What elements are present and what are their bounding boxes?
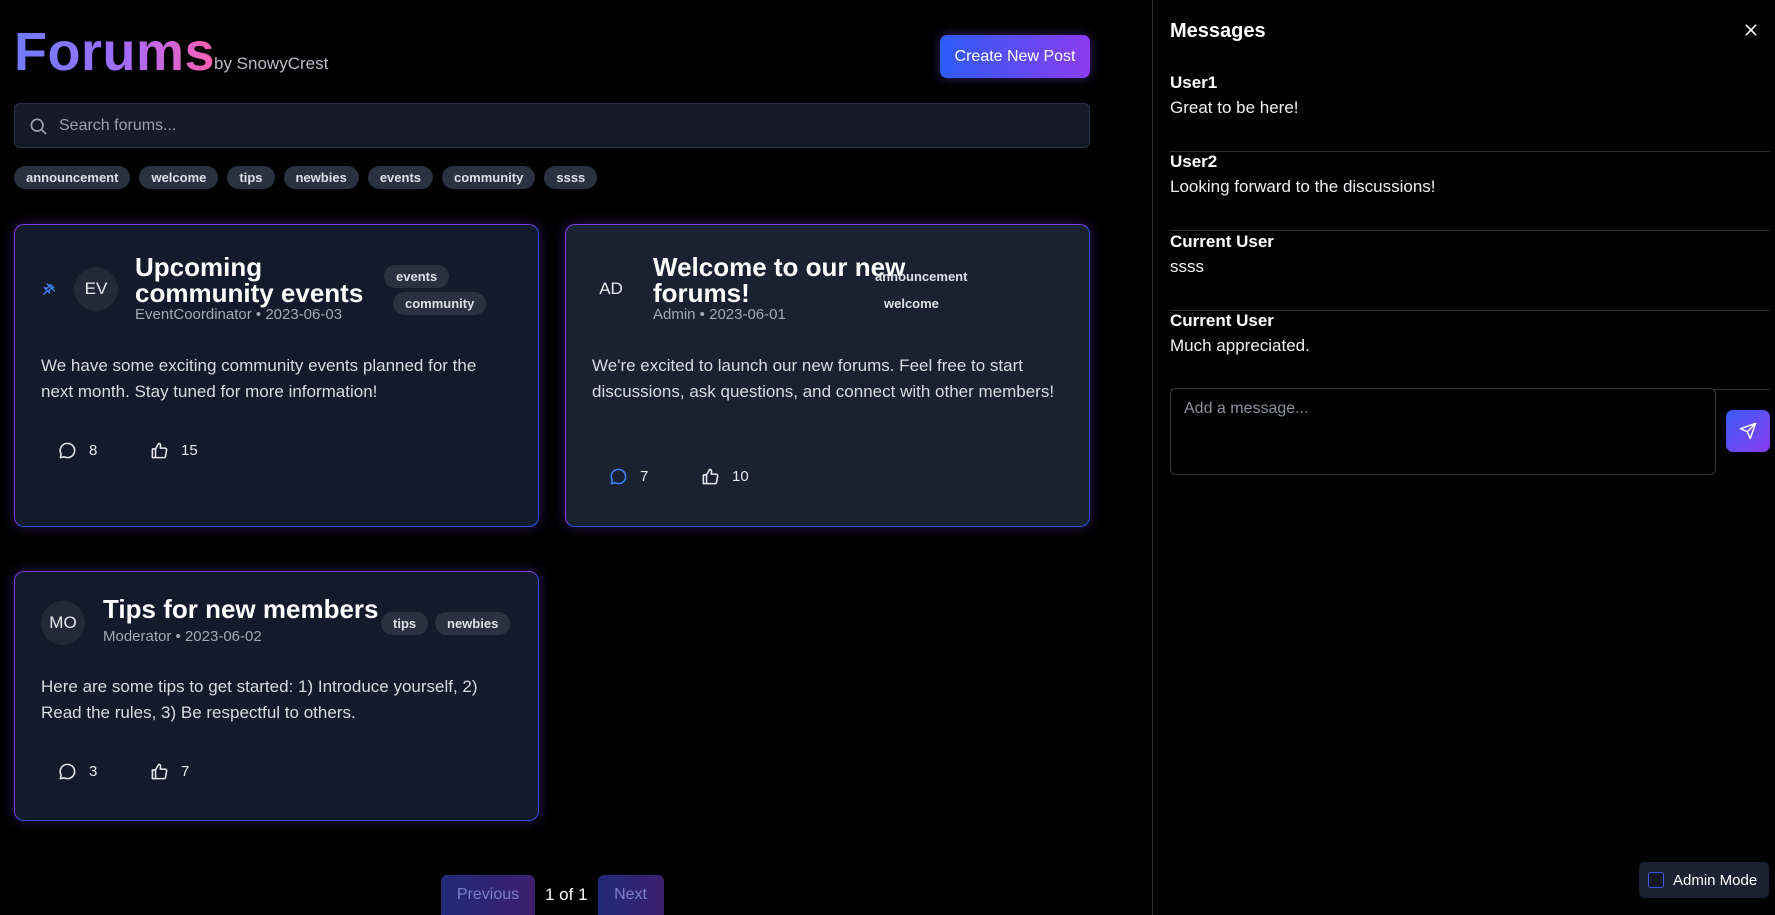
tag-filter-list: announcement welcome tips newbies events… (14, 166, 598, 190)
admin-mode-toggle[interactable]: Admin Mode (1639, 862, 1769, 898)
message-text: Great to be here! (1170, 98, 1299, 117)
previous-page-button[interactable]: Previous (441, 875, 535, 915)
tag-filter-newbies[interactable]: newbies (283, 166, 359, 189)
thumbs-up-icon (702, 468, 719, 485)
message-text: Much appreciated. (1170, 336, 1310, 355)
search-icon (30, 118, 47, 135)
admin-mode-label: Admin Mode (1673, 871, 1758, 889)
comment-icon (59, 442, 76, 459)
pin-icon[interactable] (41, 281, 57, 297)
post-body: We have some exciting community events p… (41, 356, 477, 401)
post-card[interactable]: AD Welcome to our new forums! Admin • 20… (565, 224, 1090, 527)
post-title[interactable]: Tips for new members (103, 596, 379, 622)
post-body: Here are some tips to get started: 1) In… (41, 677, 478, 722)
main-content: Forums by SnowyCrest Create New Post ann… (0, 0, 1152, 915)
tag-filter-tips[interactable]: tips (227, 166, 275, 189)
send-icon (1739, 422, 1757, 440)
sidebar-title: Messages (1170, 20, 1266, 42)
close-icon[interactable] (1743, 22, 1759, 38)
message-composer[interactable] (1170, 388, 1716, 475)
message-author: User2 (1170, 152, 1218, 171)
logo: Forums (14, 22, 216, 82)
message-item: Current User ssss (1170, 232, 1770, 311)
avatar: AD (599, 279, 623, 298)
message-author: Current User (1170, 311, 1274, 330)
tag-filter-ssss[interactable]: ssss (544, 166, 598, 189)
comment-count-button[interactable]: 7 (609, 467, 648, 486)
page-indicator: 1 of 1 (545, 885, 588, 904)
next-page-button[interactable]: Next (597, 875, 664, 915)
message-item: User1 Great to be here! (1170, 73, 1770, 152)
comment-icon (610, 468, 627, 485)
create-new-post-button[interactable]: Create New Post (940, 35, 1090, 78)
post-tag[interactable]: community (393, 292, 487, 315)
post-meta: Moderator • 2023-06-02 (103, 628, 262, 645)
thumbs-up-icon (151, 442, 168, 459)
admin-mode-checkbox[interactable] (1648, 872, 1664, 888)
post-tag[interactable]: events (384, 265, 450, 288)
comment-icon (59, 763, 76, 780)
message-text: ssss (1170, 257, 1204, 276)
thumbs-up-icon (151, 763, 168, 780)
post-tag[interactable]: newbies (435, 612, 511, 635)
message-item: User2 Looking forward to the discussions… (1170, 152, 1770, 231)
post-tag[interactable]: welcome (872, 292, 951, 315)
messages-sidebar: Messages User1 Great to be here! User2 L… (1152, 0, 1775, 915)
message-text: Looking forward to the discussions! (1170, 177, 1436, 196)
tag-filter-welcome[interactable]: welcome (139, 166, 219, 189)
tag-filter-community[interactable]: community (442, 166, 536, 189)
tag-filter-announcement[interactable]: announcement (14, 166, 131, 189)
header: Forums by SnowyCrest Create New Post (14, 22, 1090, 82)
post-tag[interactable]: tips (381, 612, 429, 635)
search-input[interactable] (59, 104, 1079, 147)
like-button[interactable]: 15 (150, 441, 198, 460)
byline: by SnowyCrest (214, 54, 329, 73)
post-title[interactable]: Upcoming community events (135, 254, 363, 306)
pagination: Previous 1 of 1 Next (441, 875, 664, 915)
comment-count-button[interactable]: 8 (58, 441, 97, 460)
post-card[interactable]: EV Upcoming community events EventCoordi… (14, 224, 539, 527)
post-meta: Admin • 2023-06-01 (653, 306, 786, 323)
message-author: Current User (1170, 232, 1274, 251)
tag-filter-events[interactable]: events (367, 166, 434, 189)
avatar: MO (41, 601, 85, 645)
avatar: EV (74, 267, 118, 311)
search-bar[interactable] (14, 103, 1090, 148)
post-body: We're excited to launch our new forums. … (592, 356, 1055, 401)
like-button[interactable]: 7 (150, 762, 189, 781)
post-tag[interactable]: announcement (863, 265, 979, 288)
send-message-button[interactable] (1726, 410, 1770, 452)
message-item: Current User Much appreciated. (1170, 311, 1770, 390)
post-meta: EventCoordinator • 2023-06-03 (135, 306, 343, 323)
post-card[interactable]: MO Tips for new members Moderator • 2023… (14, 571, 539, 821)
comment-count-button[interactable]: 3 (58, 762, 97, 781)
message-input[interactable] (1171, 389, 1715, 474)
message-author: User1 (1170, 73, 1218, 92)
like-button[interactable]: 10 (701, 467, 749, 486)
